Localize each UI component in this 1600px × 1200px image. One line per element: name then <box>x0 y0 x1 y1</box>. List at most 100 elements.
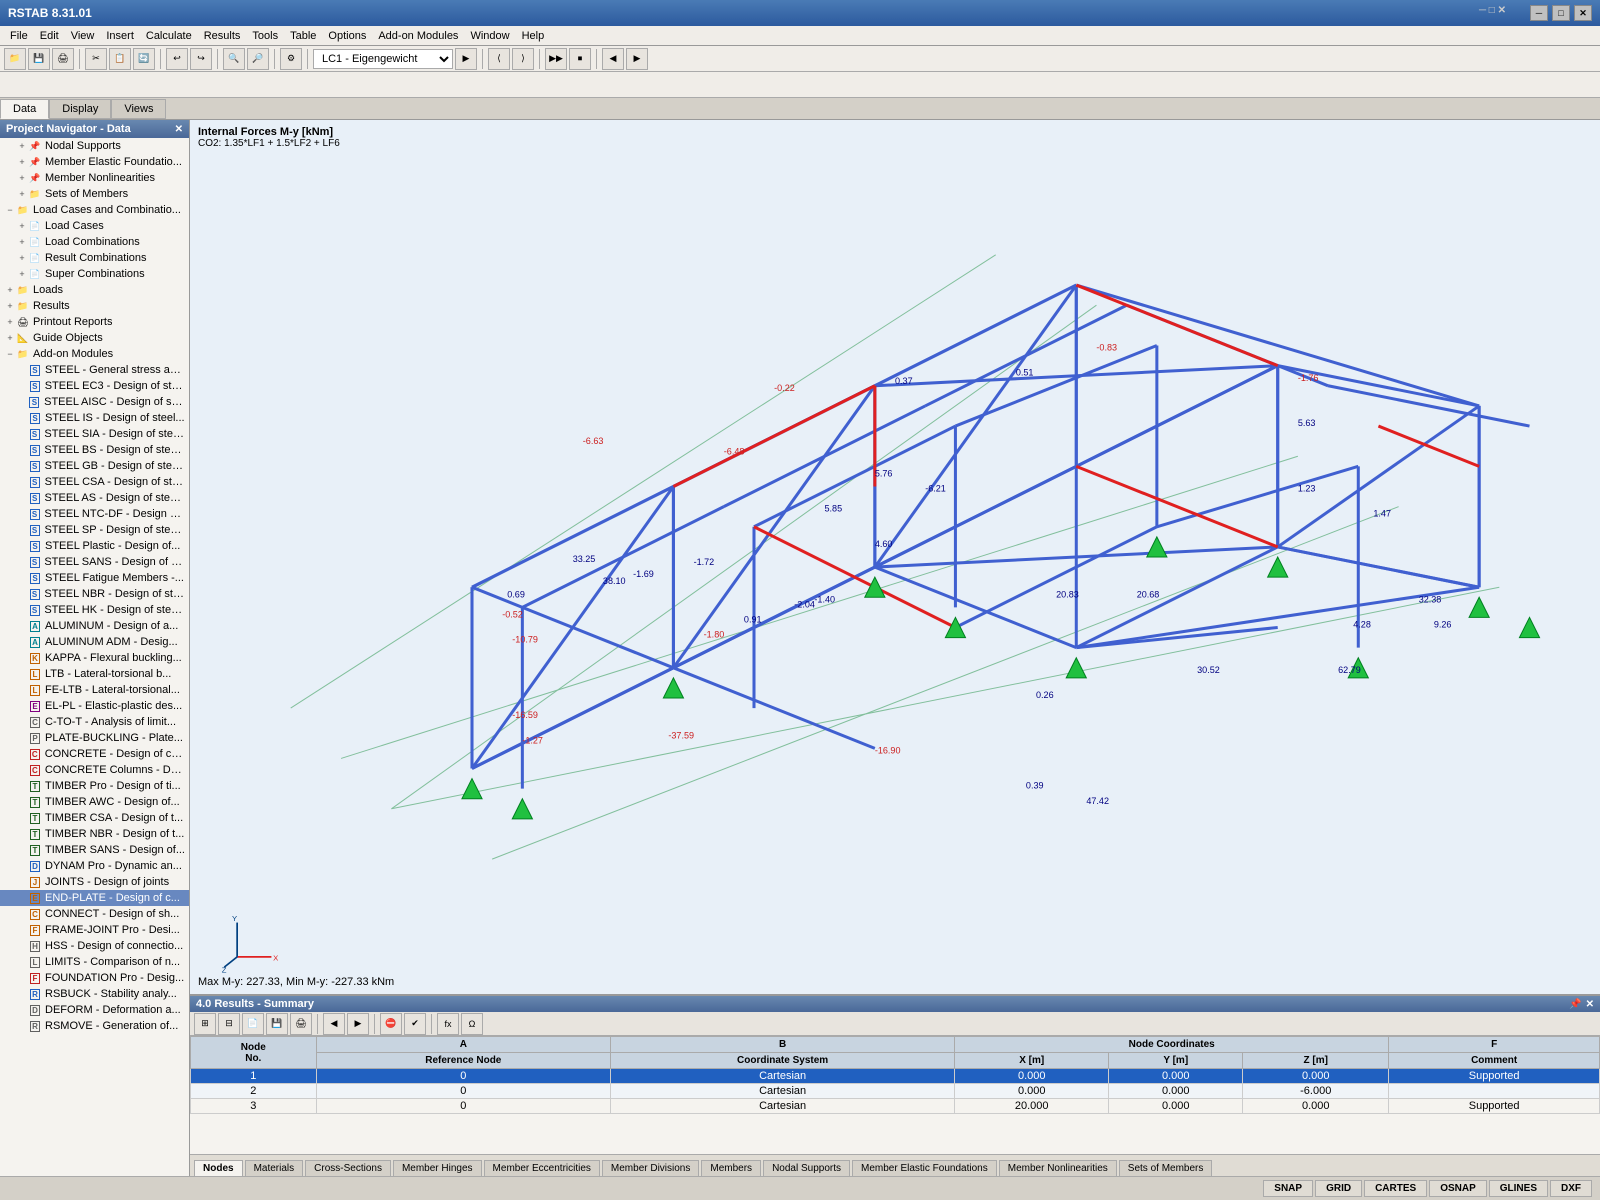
menu-item-insert[interactable]: Insert <box>100 28 140 44</box>
tree-item-42[interactable]: TTIMBER CSA - Design of t... <box>0 810 189 826</box>
tree-item-45[interactable]: DDYNAM Pro - Dynamic an... <box>0 858 189 874</box>
tree-item-23[interactable]: SSTEEL NTC-DF - Design of... <box>0 506 189 522</box>
bottom-tab-member-nonlinearities[interactable]: Member Nonlinearities <box>999 1160 1117 1176</box>
tb1-btn-4[interactable]: ✂ <box>85 48 107 70</box>
close-button[interactable]: ✕ <box>1574 5 1592 21</box>
tb1-btn-8[interactable]: ↩ <box>166 48 188 70</box>
load-case-dropdown[interactable]: LC1 - Eigengewicht <box>313 49 453 69</box>
results-tb-btn-11[interactable]: Ω <box>461 1013 483 1035</box>
tree-item-29[interactable]: SSTEEL HK - Design of steel... <box>0 602 189 618</box>
tree-item-55[interactable]: RRSMOVE - Generation of... <box>0 1018 189 1034</box>
tb1-btn-14[interactable]: ⚙ <box>280 48 302 70</box>
menu-item-table[interactable]: Table <box>284 28 322 44</box>
tree-item-35[interactable]: EEL-PL - Elastic-plastic des... <box>0 698 189 714</box>
tb1-btn-1[interactable]: 💾 <box>28 48 50 70</box>
minimize-button[interactable]: ─ <box>1530 5 1548 21</box>
tree-item-39[interactable]: CCONCRETE Columns - De... <box>0 762 189 778</box>
tb1b-btn-8[interactable]: ▶ <box>626 48 648 70</box>
tb1-btn-12[interactable]: 🔎 <box>247 48 269 70</box>
tb1-btn-5[interactable]: 📋 <box>109 48 131 70</box>
tree-item-48[interactable]: CCONNECT - Design of sh... <box>0 906 189 922</box>
menu-item-add-on-modules[interactable]: Add-on Modules <box>372 28 464 44</box>
results-tb-btn-8[interactable]: ⛔ <box>380 1013 402 1035</box>
results-tb-btn-3[interactable]: 📄 <box>242 1013 264 1035</box>
tree-item-25[interactable]: SSTEEL Plastic - Design of... <box>0 538 189 554</box>
tree-item-1[interactable]: +📌Member Elastic Foundatio... <box>0 154 189 170</box>
tree-item-20[interactable]: SSTEEL GB - Design of stee... <box>0 458 189 474</box>
tb1b-btn-4[interactable]: ▶▶ <box>545 48 567 70</box>
tree-item-49[interactable]: FFRAME-JOINT Pro - Desi... <box>0 922 189 938</box>
bottom-tab-nodes[interactable]: Nodes <box>194 1160 243 1176</box>
tb1-btn-2[interactable]: 🖨 <box>52 48 74 70</box>
tree-item-8[interactable]: +📄Super Combinations <box>0 266 189 282</box>
tree-item-31[interactable]: AALUMINUM ADM - Desig... <box>0 634 189 650</box>
tree-item-14[interactable]: SSTEEL - General stress an... <box>0 362 189 378</box>
menu-item-edit[interactable]: Edit <box>34 28 65 44</box>
tree-item-18[interactable]: SSTEEL SIA - Design of stee... <box>0 426 189 442</box>
view-3d[interactable]: Internal Forces M-y [kNm] CO2: 1.35*LF1 … <box>190 120 1600 994</box>
bottom-tab-member-divisions[interactable]: Member Divisions <box>602 1160 699 1176</box>
tree-item-3[interactable]: +📁Sets of Members <box>0 186 189 202</box>
table-row-0[interactable]: 10Cartesian0.0000.0000.000Supported <box>191 1069 1600 1084</box>
tree-item-9[interactable]: +📁Loads <box>0 282 189 298</box>
table-row-2[interactable]: 30Cartesian20.0000.0000.000Supported <box>191 1099 1600 1114</box>
tree-item-50[interactable]: HHSS - Design of connectio... <box>0 938 189 954</box>
table-row-1[interactable]: 20Cartesian0.0000.000-6.000 <box>191 1084 1600 1099</box>
results-tb-btn-7[interactable]: ▶ <box>347 1013 369 1035</box>
tree-item-27[interactable]: SSTEEL Fatigue Members -... <box>0 570 189 586</box>
tb1-btn-9[interactable]: ↪ <box>190 48 212 70</box>
results-tb-btn-9[interactable]: ✔ <box>404 1013 426 1035</box>
results-tbody[interactable]: 10Cartesian0.0000.0000.000Supported20Car… <box>191 1069 1600 1114</box>
status-tab-snap[interactable]: SNAP <box>1263 1180 1313 1197</box>
results-table-container[interactable]: NodeNo. A B Node Coordinates F Reference… <box>190 1036 1600 1114</box>
tb1-btn-0[interactable]: 📁 <box>4 48 26 70</box>
maximize-button[interactable]: □ <box>1552 5 1570 21</box>
tree-item-16[interactable]: SSTEEL AISC - Design of ste... <box>0 394 189 410</box>
tree-item-24[interactable]: SSTEEL SP - Design of steel... <box>0 522 189 538</box>
panel-tree[interactable]: +📌Nodal Supports+📌Member Elastic Foundat… <box>0 138 189 1176</box>
bottom-tab-materials[interactable]: Materials <box>245 1160 304 1176</box>
tree-item-5[interactable]: +📄Load Cases <box>0 218 189 234</box>
results-tb-btn-2[interactable]: ⊟ <box>218 1013 240 1035</box>
tree-item-21[interactable]: SSTEEL CSA - Design of ste... <box>0 474 189 490</box>
tb1b-btn-7[interactable]: ◀ <box>602 48 624 70</box>
tree-item-10[interactable]: +📁Results <box>0 298 189 314</box>
status-tab-cartes[interactable]: CARTES <box>1364 1180 1427 1197</box>
tree-item-34[interactable]: LFE-LTB - Lateral-torsional... <box>0 682 189 698</box>
tree-item-12[interactable]: +📐Guide Objects <box>0 330 189 346</box>
tree-item-4[interactable]: −📁Load Cases and Combinatio... <box>0 202 189 218</box>
tree-item-54[interactable]: DDEFORM - Deformation a... <box>0 1002 189 1018</box>
tree-item-51[interactable]: LLIMITS - Comparison of n... <box>0 954 189 970</box>
status-tab-dxf[interactable]: DXF <box>1550 1180 1592 1197</box>
menu-item-options[interactable]: Options <box>322 28 372 44</box>
results-tb-btn-4[interactable]: 💾 <box>266 1013 288 1035</box>
menu-item-window[interactable]: Window <box>464 28 515 44</box>
tree-item-19[interactable]: SSTEEL BS - Design of steel... <box>0 442 189 458</box>
menu-item-help[interactable]: Help <box>516 28 551 44</box>
tree-item-28[interactable]: SSTEEL NBR - Design of ste... <box>0 586 189 602</box>
results-close-icon[interactable]: ✕ <box>1586 999 1594 1010</box>
tree-item-37[interactable]: PPLATE-BUCKLING - Plate... <box>0 730 189 746</box>
tree-item-6[interactable]: +📄Load Combinations <box>0 234 189 250</box>
menu-item-view[interactable]: View <box>65 28 101 44</box>
tree-item-44[interactable]: TTIMBER SANS - Design of... <box>0 842 189 858</box>
tree-item-0[interactable]: +📌Nodal Supports <box>0 138 189 154</box>
tree-item-43[interactable]: TTIMBER NBR - Design of t... <box>0 826 189 842</box>
tree-item-38[interactable]: CCONCRETE - Design of co... <box>0 746 189 762</box>
bottom-tab-cross-sections[interactable]: Cross-Sections <box>305 1160 391 1176</box>
panel-tab-views[interactable]: Views <box>111 99 166 119</box>
tb1b-btn-1[interactable]: ⟨ <box>488 48 510 70</box>
tb1-btn-11[interactable]: 🔍 <box>223 48 245 70</box>
results-pin-icon[interactable]: 📌 <box>1569 999 1581 1010</box>
tree-item-33[interactable]: LLTB - Lateral-torsional b... <box>0 666 189 682</box>
tree-item-22[interactable]: SSTEEL AS - Design of steel... <box>0 490 189 506</box>
tree-item-13[interactable]: −📁Add-on Modules <box>0 346 189 362</box>
tree-item-30[interactable]: AALUMINUM - Design of a... <box>0 618 189 634</box>
tree-item-46[interactable]: JJOINTS - Design of joints <box>0 874 189 890</box>
tree-item-52[interactable]: FFOUNDATION Pro - Desig... <box>0 970 189 986</box>
tree-item-15[interactable]: SSTEEL EC3 - Design of ste... <box>0 378 189 394</box>
tb1-btn-6[interactable]: 🔄 <box>133 48 155 70</box>
tree-item-7[interactable]: +📄Result Combinations <box>0 250 189 266</box>
tb1b-btn-2[interactable]: ⟩ <box>512 48 534 70</box>
bottom-tab-member-hinges[interactable]: Member Hinges <box>393 1160 482 1176</box>
